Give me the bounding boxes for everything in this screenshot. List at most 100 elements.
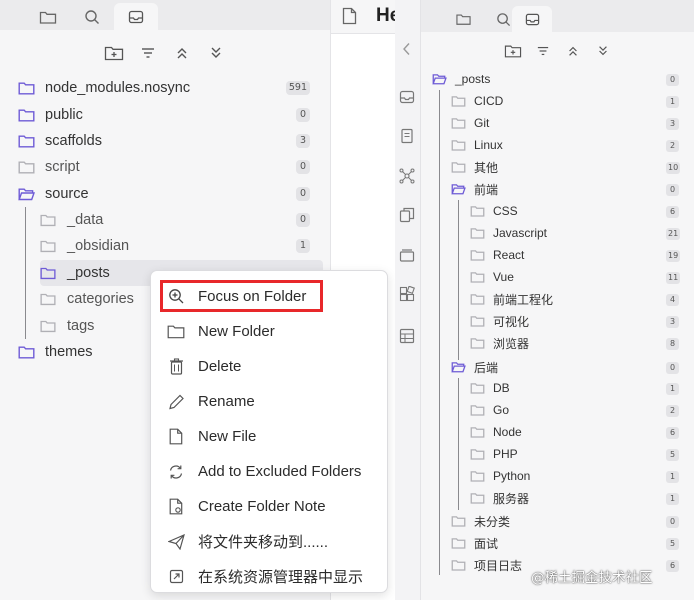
ribbon-rail (395, 0, 421, 600)
menu-item-new-folder[interactable]: New Folder (151, 315, 389, 348)
tree-item-label: Node (493, 425, 522, 439)
new-folder-button[interactable] (501, 39, 525, 63)
chevron-left-icon[interactable] (402, 42, 412, 56)
file-count-badge: 1 (666, 471, 679, 483)
tree-item[interactable]: _data 0 (40, 207, 323, 233)
folder-icon (40, 292, 60, 306)
tree-item[interactable]: node_modules.nosync 591 (18, 75, 323, 101)
refresh-icon (165, 464, 187, 480)
expand-all-button[interactable] (204, 41, 228, 65)
tree-item[interactable]: 前端工程化 (470, 289, 553, 309)
new-folder-button[interactable] (102, 41, 126, 65)
tree-item[interactable]: _obsidian 1 (40, 233, 323, 259)
file-count-badge: 591 (285, 81, 310, 95)
tab-inbox[interactable] (114, 3, 158, 30)
folder-icon (40, 213, 60, 227)
folder-icon (470, 448, 486, 460)
tree-indent-guide (458, 378, 459, 510)
tree-item-expanded[interactable]: 前端 (451, 179, 498, 199)
tree-item[interactable]: 服务器 (470, 488, 529, 508)
folder-open-icon (432, 73, 448, 85)
stack-icon[interactable] (399, 247, 415, 263)
folder-icon (40, 266, 60, 280)
folder-icon (470, 227, 486, 239)
folder-icon (470, 470, 486, 482)
file-count-badge: 6 (666, 206, 679, 218)
file-count-badge: 11 (666, 272, 681, 284)
tree-item[interactable]: Go (470, 400, 509, 420)
tree-item[interactable]: Git (451, 113, 489, 133)
tree-item[interactable]: React (470, 245, 524, 265)
tree-item[interactable]: 其他 (451, 157, 498, 177)
copy-icon[interactable] (399, 207, 415, 223)
left-tab-bar (0, 0, 330, 30)
folder-icon (18, 345, 38, 359)
tab-inbox[interactable] (512, 6, 552, 32)
search-icon (84, 9, 100, 25)
file-count-badge: 8 (666, 338, 679, 350)
folder-icon (40, 239, 60, 253)
tree-item[interactable]: DB (470, 378, 510, 398)
sort-button[interactable] (136, 41, 160, 65)
file-gear-icon (165, 498, 187, 515)
tree-item[interactable]: CICD (451, 91, 503, 111)
tree-item[interactable]: Vue (470, 267, 514, 287)
folder-icon (470, 249, 486, 261)
menu-item-add-to-excluded[interactable]: Add to Excluded Folders (151, 455, 389, 488)
expand-all-button[interactable] (591, 39, 615, 63)
tree-item[interactable]: CSS (470, 201, 518, 221)
file-count-badge: 1 (296, 239, 310, 253)
tree-item-label: PHP (493, 447, 518, 461)
inbox-icon[interactable] (399, 89, 415, 105)
tab-files[interactable] (443, 6, 483, 32)
tree-item[interactable]: script 0 (18, 154, 323, 180)
tree-item-label: _posts (67, 265, 110, 281)
file-count-badge: 3 (666, 316, 679, 328)
left-explorer-toolbar (0, 38, 330, 68)
file-count-badge: 0 (296, 108, 310, 122)
red-highlight-box (160, 280, 323, 312)
tree-item-label: 项目日志 (474, 558, 523, 573)
menu-item-new-file[interactable]: New File (151, 420, 389, 453)
tree-item[interactable]: Node (470, 422, 522, 442)
tree-item[interactable]: public 0 (18, 102, 323, 128)
tree-item[interactable]: 可视化 (470, 311, 529, 331)
tree-item-expanded[interactable]: 后端 (451, 357, 498, 377)
menu-item-rename[interactable]: Rename (151, 385, 389, 418)
sort-button[interactable] (531, 39, 555, 63)
file-count-badge: 1 (666, 383, 679, 395)
menu-item-label: Create Folder Note (198, 498, 326, 515)
tree-item[interactable]: 浏览器 (470, 333, 529, 353)
tree-item-label: 未分类 (474, 514, 511, 529)
tree-item[interactable]: Javascript (470, 223, 547, 243)
graph-icon[interactable] (399, 168, 415, 184)
collapse-all-button[interactable] (561, 39, 585, 63)
tree-item[interactable]: scaffolds 3 (18, 128, 323, 154)
tree-item-label: Python (493, 469, 531, 483)
folder-icon (451, 117, 467, 129)
tree-item[interactable]: 面试 (451, 533, 498, 553)
menu-item-show-in-explorer[interactable]: 在系统资源管理器中显示 (151, 560, 389, 593)
menu-item-create-folder-note[interactable]: Create Folder Note (151, 490, 389, 523)
tab-search[interactable] (70, 3, 114, 30)
menu-item-delete[interactable]: Delete (151, 350, 389, 383)
tree-item-expanded[interactable]: _posts (432, 69, 490, 89)
collapse-all-button[interactable] (170, 41, 194, 65)
folder-icon (451, 537, 467, 549)
table-icon[interactable] (399, 328, 415, 344)
blocks-icon[interactable] (399, 286, 415, 302)
editor-tab-header[interactable]: He (331, 0, 400, 34)
tree-item[interactable]: Python (470, 466, 530, 486)
tree-item[interactable]: PHP (470, 444, 518, 464)
tree-item[interactable]: 未分类 (451, 511, 510, 531)
tree-item[interactable]: Linux (451, 135, 503, 155)
document-icon[interactable] (399, 128, 415, 144)
folder-icon (470, 492, 486, 504)
folder-icon (165, 324, 187, 339)
menu-item-move-folder[interactable]: 将文件夹移动到...... (151, 525, 389, 558)
tree-item[interactable]: 项目日志 (451, 555, 522, 575)
tree-item-label: _obsidian (67, 238, 130, 254)
tab-files[interactable] (26, 3, 70, 30)
tree-item-label: categories (67, 291, 134, 307)
tree-item-expanded[interactable]: source 0 (18, 181, 323, 207)
